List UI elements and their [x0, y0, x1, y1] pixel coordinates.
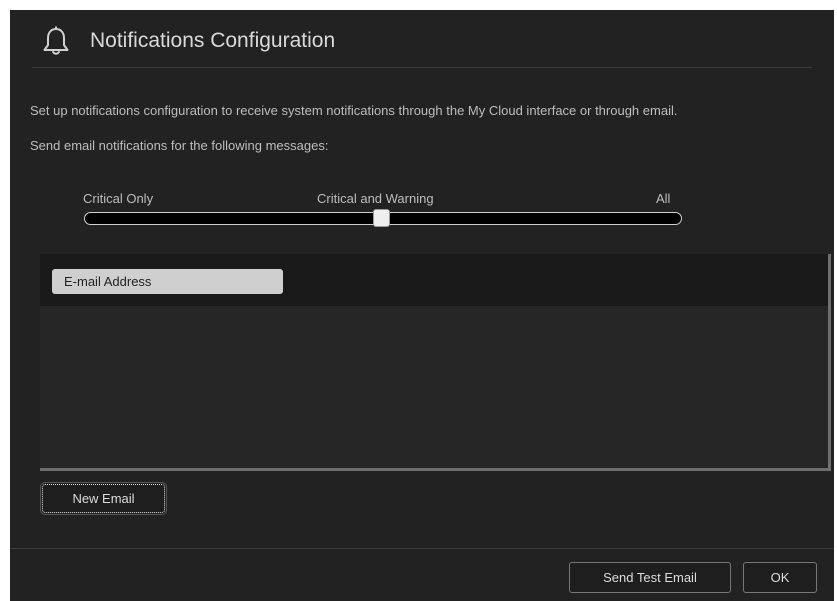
notification-level-slider-handle[interactable] — [373, 209, 390, 227]
email-address-column-header: E-mail Address — [52, 269, 283, 294]
ok-button[interactable]: OK — [743, 562, 817, 593]
level-label-all: All — [656, 191, 671, 206]
email-address-list: E-mail Address — [40, 254, 831, 471]
notifications-dialog: Notifications Configuration Set up notif… — [10, 10, 834, 601]
page-title: Notifications Configuration — [90, 29, 336, 52]
send-test-email-button[interactable]: Send Test Email — [569, 562, 731, 593]
bell-icon — [43, 26, 69, 55]
dialog-header: Notifications Configuration — [32, 10, 812, 68]
email-notifications-label: Send email notifications for the followi… — [30, 138, 329, 153]
level-label-critical-and-warning: Critical and Warning — [317, 191, 434, 206]
footer-divider — [10, 548, 834, 549]
level-label-critical-only: Critical Only — [83, 191, 154, 206]
email-list-header-row: E-mail Address — [40, 254, 828, 306]
new-email-button[interactable]: New Email — [40, 482, 167, 515]
description-text: Set up notifications configuration to re… — [30, 103, 678, 118]
